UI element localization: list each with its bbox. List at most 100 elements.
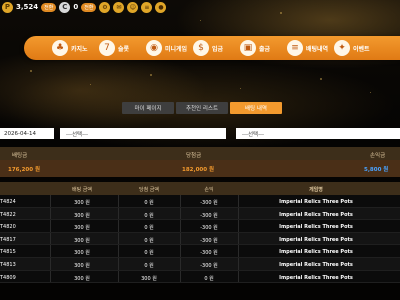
row-bet-amount: 300 원 xyxy=(74,200,90,206)
column-divider xyxy=(238,195,239,207)
column-divider xyxy=(180,232,181,245)
row-win-amount: 0 원 xyxy=(144,262,154,269)
column-divider xyxy=(180,270,181,283)
nav-item-bet-history[interactable]: ≡ 배팅내역 xyxy=(287,40,334,56)
row-game-name: Imperial Relics Three Pots xyxy=(279,236,353,243)
bet-history-table: 배팅 금액 당첨 금액 손익 게임명 T4824 300 원 0 원 -300 원 Im… xyxy=(0,182,400,284)
sparkle xyxy=(240,88,241,89)
table-row: T4817 300 원 0 원 -300 원 Imperial Relics Three… xyxy=(0,232,400,246)
table-header: 배팅 금액 당첨 금액 손익 게임명 xyxy=(0,182,400,195)
tab-my-page[interactable]: 마이 페이지 xyxy=(122,102,174,114)
column-divider xyxy=(50,220,51,232)
summary-header-row: 배팅금 당첨금 손익금 xyxy=(0,147,400,160)
nav-label: 배팅내역 xyxy=(306,45,329,53)
row-bet-amount: 300 원 xyxy=(74,237,90,244)
summary-header-profit: 손익금 xyxy=(370,153,386,159)
summary-value-profit: 5,800 원 xyxy=(364,167,389,173)
column-divider xyxy=(118,220,119,232)
nav-item-event[interactable]: ✦ 이벤트 xyxy=(334,40,381,56)
nav-label: 카지노 xyxy=(71,45,88,53)
menu-icon[interactable]: ≡ xyxy=(141,1,153,13)
column-divider xyxy=(180,220,181,232)
column-divider xyxy=(50,232,51,245)
row-win-amount: 300 원 xyxy=(141,275,157,282)
row-id: T4809 xyxy=(0,274,16,281)
nav-label: 이벤트 xyxy=(353,45,370,53)
casino-chip-icon: ♣ xyxy=(52,40,68,56)
summary-header-win: 당첨금 xyxy=(186,153,202,159)
balance-convert-button[interactable]: 전환 xyxy=(41,2,57,12)
column-divider xyxy=(50,195,51,207)
point-coin-icon: P xyxy=(2,1,13,13)
row-game-name: Imperial Relics Three Pots xyxy=(279,211,353,218)
nav-item-casino[interactable]: ♣ 카지노 xyxy=(52,40,99,56)
sparkle xyxy=(200,20,201,21)
date-input[interactable]: 2026-04-14 xyxy=(0,128,54,139)
withdraw-box-icon: ▣ xyxy=(240,40,256,56)
summary-value-row: 176,200 원 182,000 원 5,800 원 xyxy=(0,160,400,177)
column-divider xyxy=(238,245,239,257)
column-divider xyxy=(238,270,239,283)
nav-item-deposit[interactable]: $ 입금 xyxy=(193,40,240,56)
column-divider xyxy=(180,195,181,207)
table-row: T4820 300 원 0 원 -300 원 Imperial Relics Three… xyxy=(0,220,400,233)
row-win-amount: 0 원 xyxy=(144,212,154,219)
gear-icon[interactable]: ⚙ xyxy=(99,1,111,13)
chat-icon[interactable]: ● xyxy=(155,1,167,13)
row-profit: 0 원 xyxy=(204,275,214,282)
summary-value-win: 182,000 원 xyxy=(182,167,215,173)
bell-icon[interactable]: ✉ xyxy=(113,1,125,13)
table-header-win: 당첨 금액 xyxy=(139,187,159,193)
gift-icon: ✦ xyxy=(334,40,350,56)
nav-label: 슬롯 xyxy=(118,45,130,53)
row-id: T4820 xyxy=(0,224,16,231)
tab-referral-list[interactable]: 추천인 리스트 xyxy=(176,102,228,114)
row-profit: -300 원 xyxy=(200,262,218,269)
sparkle xyxy=(150,74,152,76)
top-bar: P 3,524 전환 C 0 전환 ⚙ ✉ ☺ ≡ ● xyxy=(0,0,400,14)
column-divider xyxy=(50,207,51,220)
sparkle xyxy=(30,70,32,72)
column-divider xyxy=(118,207,119,220)
table-body: T4824 300 원 0 원 -300 원 Imperial Relics Three… xyxy=(0,195,400,284)
bet-history-icon: ≡ xyxy=(287,40,303,56)
nav-item-slot[interactable]: 7 슬롯 xyxy=(99,40,146,56)
row-game-name: Imperial Relics Three Pots xyxy=(279,224,353,231)
balance-amount: 3,524 xyxy=(16,3,39,11)
user-icon[interactable]: ☺ xyxy=(127,1,139,13)
sparkle xyxy=(90,84,91,85)
row-win-amount: 0 원 xyxy=(144,250,154,257)
row-id: T4813 xyxy=(0,261,16,268)
row-bet-amount: 300 원 xyxy=(74,250,90,257)
table-row: T4809 300 원 300 원 0 원 Imperial Relics Three … xyxy=(0,270,400,284)
nav-item-withdraw[interactable]: ▣ 출금 xyxy=(240,40,287,56)
column-divider xyxy=(118,195,119,207)
table-header-game: 게임명 xyxy=(309,187,323,193)
slot-machine-icon: 7 xyxy=(99,40,115,56)
table-header-profit: 손익 xyxy=(204,187,214,193)
point-convert-button[interactable]: 전환 xyxy=(81,2,97,12)
filter-select-1[interactable]: ---선택--- xyxy=(60,128,226,139)
nav-item-mini-game[interactable]: ◉ 미니게임 xyxy=(146,40,193,56)
sparkle xyxy=(320,78,322,80)
main-nav: ♣ 카지노 7 슬롯 ◉ 미니게임 $ 입금 ▣ 출금 ≡ 배팅내역 ✦ 이벤트 xyxy=(24,36,400,60)
column-divider xyxy=(50,257,51,270)
column-divider xyxy=(180,207,181,220)
row-bet-amount: 300 원 xyxy=(74,275,90,282)
row-id: T4822 xyxy=(0,211,16,218)
row-id: T4824 xyxy=(0,199,16,205)
row-profit: -300 원 xyxy=(200,212,218,219)
row-profit: -300 원 xyxy=(200,225,218,232)
nav-label: 입금 xyxy=(212,45,224,53)
summary-value-bet: 176,200 원 xyxy=(8,167,41,173)
row-profit: -300 원 xyxy=(200,200,218,206)
row-bet-amount: 300 원 xyxy=(74,225,90,232)
filter-select-2[interactable]: ---선택--- xyxy=(236,128,400,139)
summary-box: 배팅금 당첨금 손익금 176,200 원 182,000 원 5,800 원 xyxy=(0,147,400,177)
row-bet-amount: 300 원 xyxy=(74,212,90,219)
tab-bet-history[interactable]: 배팅 내역 xyxy=(230,102,282,114)
column-divider xyxy=(180,245,181,257)
mini-game-icon: ◉ xyxy=(146,40,162,56)
row-id: T4815 xyxy=(0,249,16,256)
row-win-amount: 0 원 xyxy=(144,225,154,232)
